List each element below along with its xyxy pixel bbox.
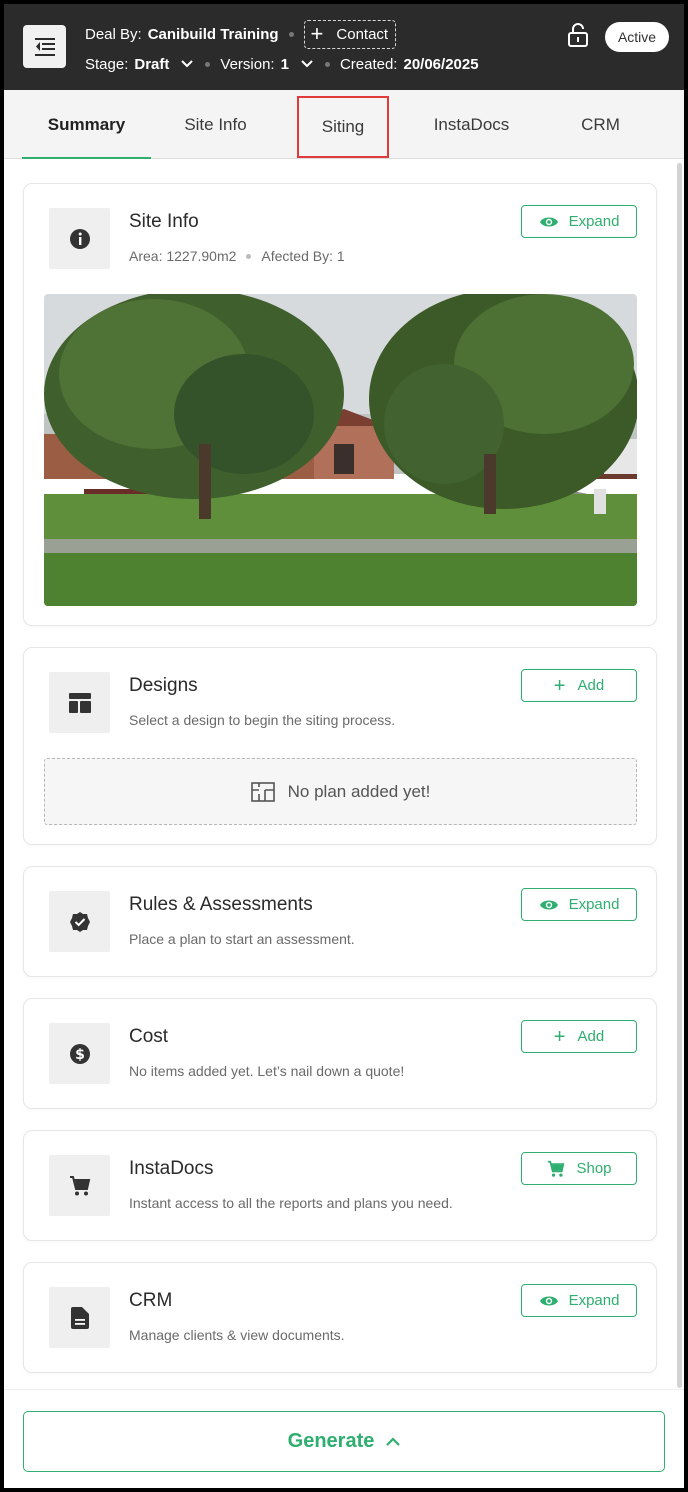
- tab-crm[interactable]: CRM: [536, 90, 665, 159]
- svg-text:$: $: [75, 1047, 85, 1063]
- created-label: Created:: [339, 55, 398, 73]
- separator-dot: [324, 61, 330, 67]
- crm-icon-box: [49, 1287, 110, 1348]
- designs-subtitle: Select a design to begin the siting proc…: [129, 712, 396, 728]
- chevron-up-icon: [386, 1437, 401, 1446]
- rules-expand-button[interactable]: Expand: [521, 888, 637, 921]
- cart-icon: [69, 1175, 90, 1195]
- instadocs-title: InstaDocs: [129, 1158, 214, 1179]
- status-badge: Active: [605, 22, 669, 52]
- info-icon: [69, 228, 90, 249]
- cost-subtitle: No items added yet. Let’s nail down a qu…: [129, 1063, 405, 1079]
- empty-plan-text: No plan added yet!: [287, 781, 431, 801]
- scrollbar[interactable]: [677, 163, 682, 1388]
- add-contact-button[interactable]: + Contact: [303, 19, 397, 49]
- separator-dot: [288, 31, 294, 37]
- empty-plan-placeholder: No plan added yet!: [44, 758, 637, 825]
- separator-dot: [205, 61, 211, 67]
- rules-title: Rules & Assessments: [129, 894, 313, 915]
- crm-subtitle: Manage clients & view documents.: [129, 1327, 345, 1343]
- site-info-title: Site Info: [129, 211, 199, 232]
- version-chevron-down-icon[interactable]: [301, 60, 313, 68]
- separator-dot: [246, 253, 252, 259]
- tab-site-info[interactable]: Site Info: [151, 90, 280, 159]
- crm-expand-button[interactable]: Expand: [521, 1284, 637, 1317]
- deal-owner: Canibuild Training: [147, 25, 279, 43]
- eye-icon: [539, 1296, 558, 1305]
- crm-card: CRM Manage clients & view documents. Exp…: [23, 1262, 657, 1373]
- rules-icon-box: [49, 891, 110, 952]
- add-cost-button[interactable]: + Add: [521, 1020, 637, 1053]
- add-label: Add: [577, 677, 605, 694]
- expand-label: Expand: [568, 213, 620, 230]
- plus-icon: +: [553, 674, 566, 697]
- dollar-icon: $: [69, 1043, 90, 1064]
- rules-card: Rules & Assessments Place a plan to star…: [23, 866, 657, 977]
- shop-button[interactable]: Shop: [521, 1152, 637, 1185]
- menu-toggle-button[interactable]: [23, 25, 66, 68]
- unlock-icon[interactable]: [567, 23, 589, 47]
- summary-content[interactable]: Site Info Area: 1227.90m2 Afected By: 1 …: [4, 159, 684, 1389]
- header-row-meta: Stage: Draft Version: 1 Created: 20/06/2…: [85, 52, 479, 76]
- deal-label: Deal By:: [85, 25, 142, 43]
- tab-bar: Summary Site Info Siting InstaDocs CRM: [4, 90, 684, 160]
- tab-instadocs[interactable]: InstaDocs: [407, 90, 536, 159]
- cost-title: Cost: [129, 1026, 169, 1047]
- tab-summary[interactable]: Summary: [22, 90, 151, 160]
- site-info-meta: Area: 1227.90m2 Afected By: 1: [129, 248, 345, 264]
- contact-label: Contact: [336, 25, 389, 43]
- instadocs-card: InstaDocs Instant access to all the repo…: [23, 1130, 657, 1241]
- tab-siting[interactable]: Siting: [297, 96, 389, 158]
- shop-label: Shop: [576, 1160, 612, 1177]
- expand-label: Expand: [568, 1292, 620, 1309]
- site-street-photo: [44, 294, 637, 606]
- instadocs-subtitle: Instant access to all the reports and pl…: [129, 1195, 453, 1211]
- cost-icon-box: $: [49, 1023, 110, 1084]
- site-info-card: Site Info Area: 1227.90m2 Afected By: 1 …: [23, 183, 657, 626]
- plus-icon: +: [553, 1025, 566, 1048]
- version-value[interactable]: 1: [281, 56, 289, 73]
- stage-label: Stage:: [85, 55, 129, 73]
- cart-icon: [548, 1160, 565, 1177]
- site-info-icon-box: [49, 208, 110, 269]
- designs-title: Designs: [129, 675, 198, 696]
- created-date: 20/06/2025: [403, 55, 479, 73]
- site-info-expand-button[interactable]: Expand: [521, 205, 637, 238]
- version-label: Version:: [220, 55, 275, 73]
- rules-subtitle: Place a plan to start an assessment.: [129, 931, 355, 947]
- cost-card: $ Cost No items added yet. Let’s nail do…: [23, 998, 657, 1109]
- plus-icon: +: [310, 21, 324, 46]
- deal-header: Deal By: Canibuild Training + Contact St…: [4, 4, 684, 90]
- layout-icon: [68, 692, 91, 713]
- site-area: Area: 1227.90m2: [129, 248, 237, 264]
- stage-value[interactable]: Draft: [134, 56, 169, 73]
- expand-label: Expand: [568, 896, 620, 913]
- instadocs-icon-box: [49, 1155, 110, 1216]
- designs-icon-box: [49, 672, 110, 733]
- add-design-button[interactable]: + Add: [521, 669, 637, 702]
- crm-title: CRM: [129, 1290, 173, 1311]
- footer-bar: Generate: [4, 1389, 684, 1488]
- stage-chevron-down-icon[interactable]: [181, 60, 194, 68]
- generate-label: Generate: [287, 1430, 375, 1452]
- app-frame: Deal By: Canibuild Training + Contact St…: [4, 4, 684, 1488]
- designs-card: Designs Select a design to begin the sit…: [23, 647, 657, 845]
- generate-button[interactable]: Generate: [23, 1411, 665, 1472]
- eye-icon: [539, 900, 558, 909]
- eye-icon: [539, 217, 558, 226]
- document-icon: [70, 1306, 89, 1329]
- add-label: Add: [577, 1028, 605, 1045]
- site-affected: Afected By: 1: [261, 248, 345, 264]
- header-row-deal: Deal By: Canibuild Training + Contact: [85, 19, 397, 49]
- verified-badge-icon: [69, 911, 90, 932]
- floor-plan-icon: [250, 781, 275, 802]
- menu-collapse-icon: [34, 37, 55, 56]
